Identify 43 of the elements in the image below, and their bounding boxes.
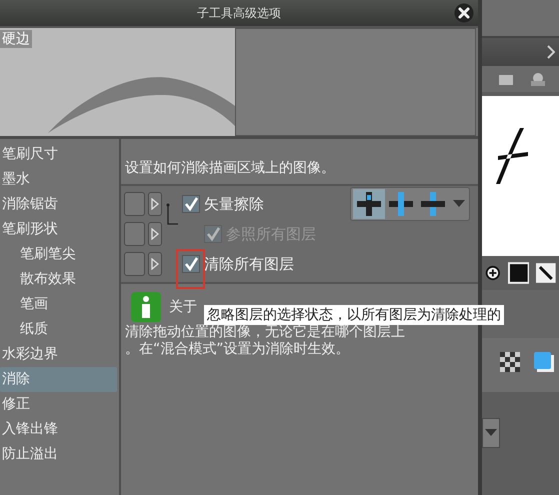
expand-button[interactable]	[148, 222, 162, 246]
checkbox[interactable]	[182, 255, 200, 273]
sidebar-item[interactable]: 修正	[0, 392, 119, 417]
sidebar-item[interactable]: 入锋出锋	[0, 417, 119, 442]
expand-button[interactable]	[148, 252, 162, 276]
sidebar-item[interactable]: 消除锯齿	[0, 192, 119, 217]
sidebar-item[interactable]: 墨水	[0, 167, 119, 192]
description-text: 设置如何消除描画区域上的图像。	[124, 159, 336, 178]
sidebar-item[interactable]: 笔刷形状	[0, 217, 119, 242]
play-icon	[151, 198, 159, 210]
toggle-button[interactable]	[124, 192, 145, 216]
dropdown-button[interactable]	[482, 418, 500, 448]
info-icon	[131, 292, 161, 322]
tooltip: 忽略图层的选择状态，以所有图层为清除处理的	[204, 305, 504, 325]
close-icon[interactable]	[454, 3, 474, 23]
toggle-button[interactable]	[124, 252, 145, 276]
expand-button[interactable]	[148, 192, 162, 216]
sidebar-item[interactable]: 水彩边界	[0, 342, 119, 367]
checkbox[interactable]	[182, 195, 200, 213]
info-text: 清除拖动位置的图像，无论它是在哪个图层上 。在“混合模式”设置为消除时生效。	[125, 324, 406, 358]
play-icon	[151, 228, 159, 240]
chevron-right-icon[interactable]	[547, 45, 555, 59]
window-title: 子工具高级选项	[197, 4, 281, 22]
cross-icon[interactable]	[353, 189, 385, 219]
caret-icon	[485, 429, 497, 437]
play-icon	[151, 258, 159, 270]
info-title: 关于	[169, 298, 197, 316]
toggle-button[interactable]	[124, 222, 145, 246]
sidebar-item[interactable]: 消除	[0, 367, 117, 392]
sidebar-item[interactable]: 散布效果	[0, 267, 119, 292]
preview-label: 硬边	[0, 30, 32, 48]
caret-icon[interactable]	[453, 200, 465, 208]
option-label: 矢量擦除	[204, 194, 264, 214]
sidebar-item[interactable]: 笔刷笔尖	[0, 242, 119, 267]
option-label: 清除所有图层	[204, 254, 294, 274]
sidebar-item[interactable]: 防止溢出	[0, 442, 119, 467]
sidebar-item[interactable]: 笔画	[0, 292, 119, 317]
square-icon[interactable]	[508, 262, 530, 284]
sidebar-item[interactable]: 纸质	[0, 317, 119, 342]
sidebar-item[interactable]: 笔刷尺寸	[0, 142, 119, 167]
checker-icon[interactable]	[500, 352, 520, 372]
zoom-icon[interactable]	[484, 264, 502, 282]
color-swatch-icon[interactable]	[534, 352, 554, 372]
